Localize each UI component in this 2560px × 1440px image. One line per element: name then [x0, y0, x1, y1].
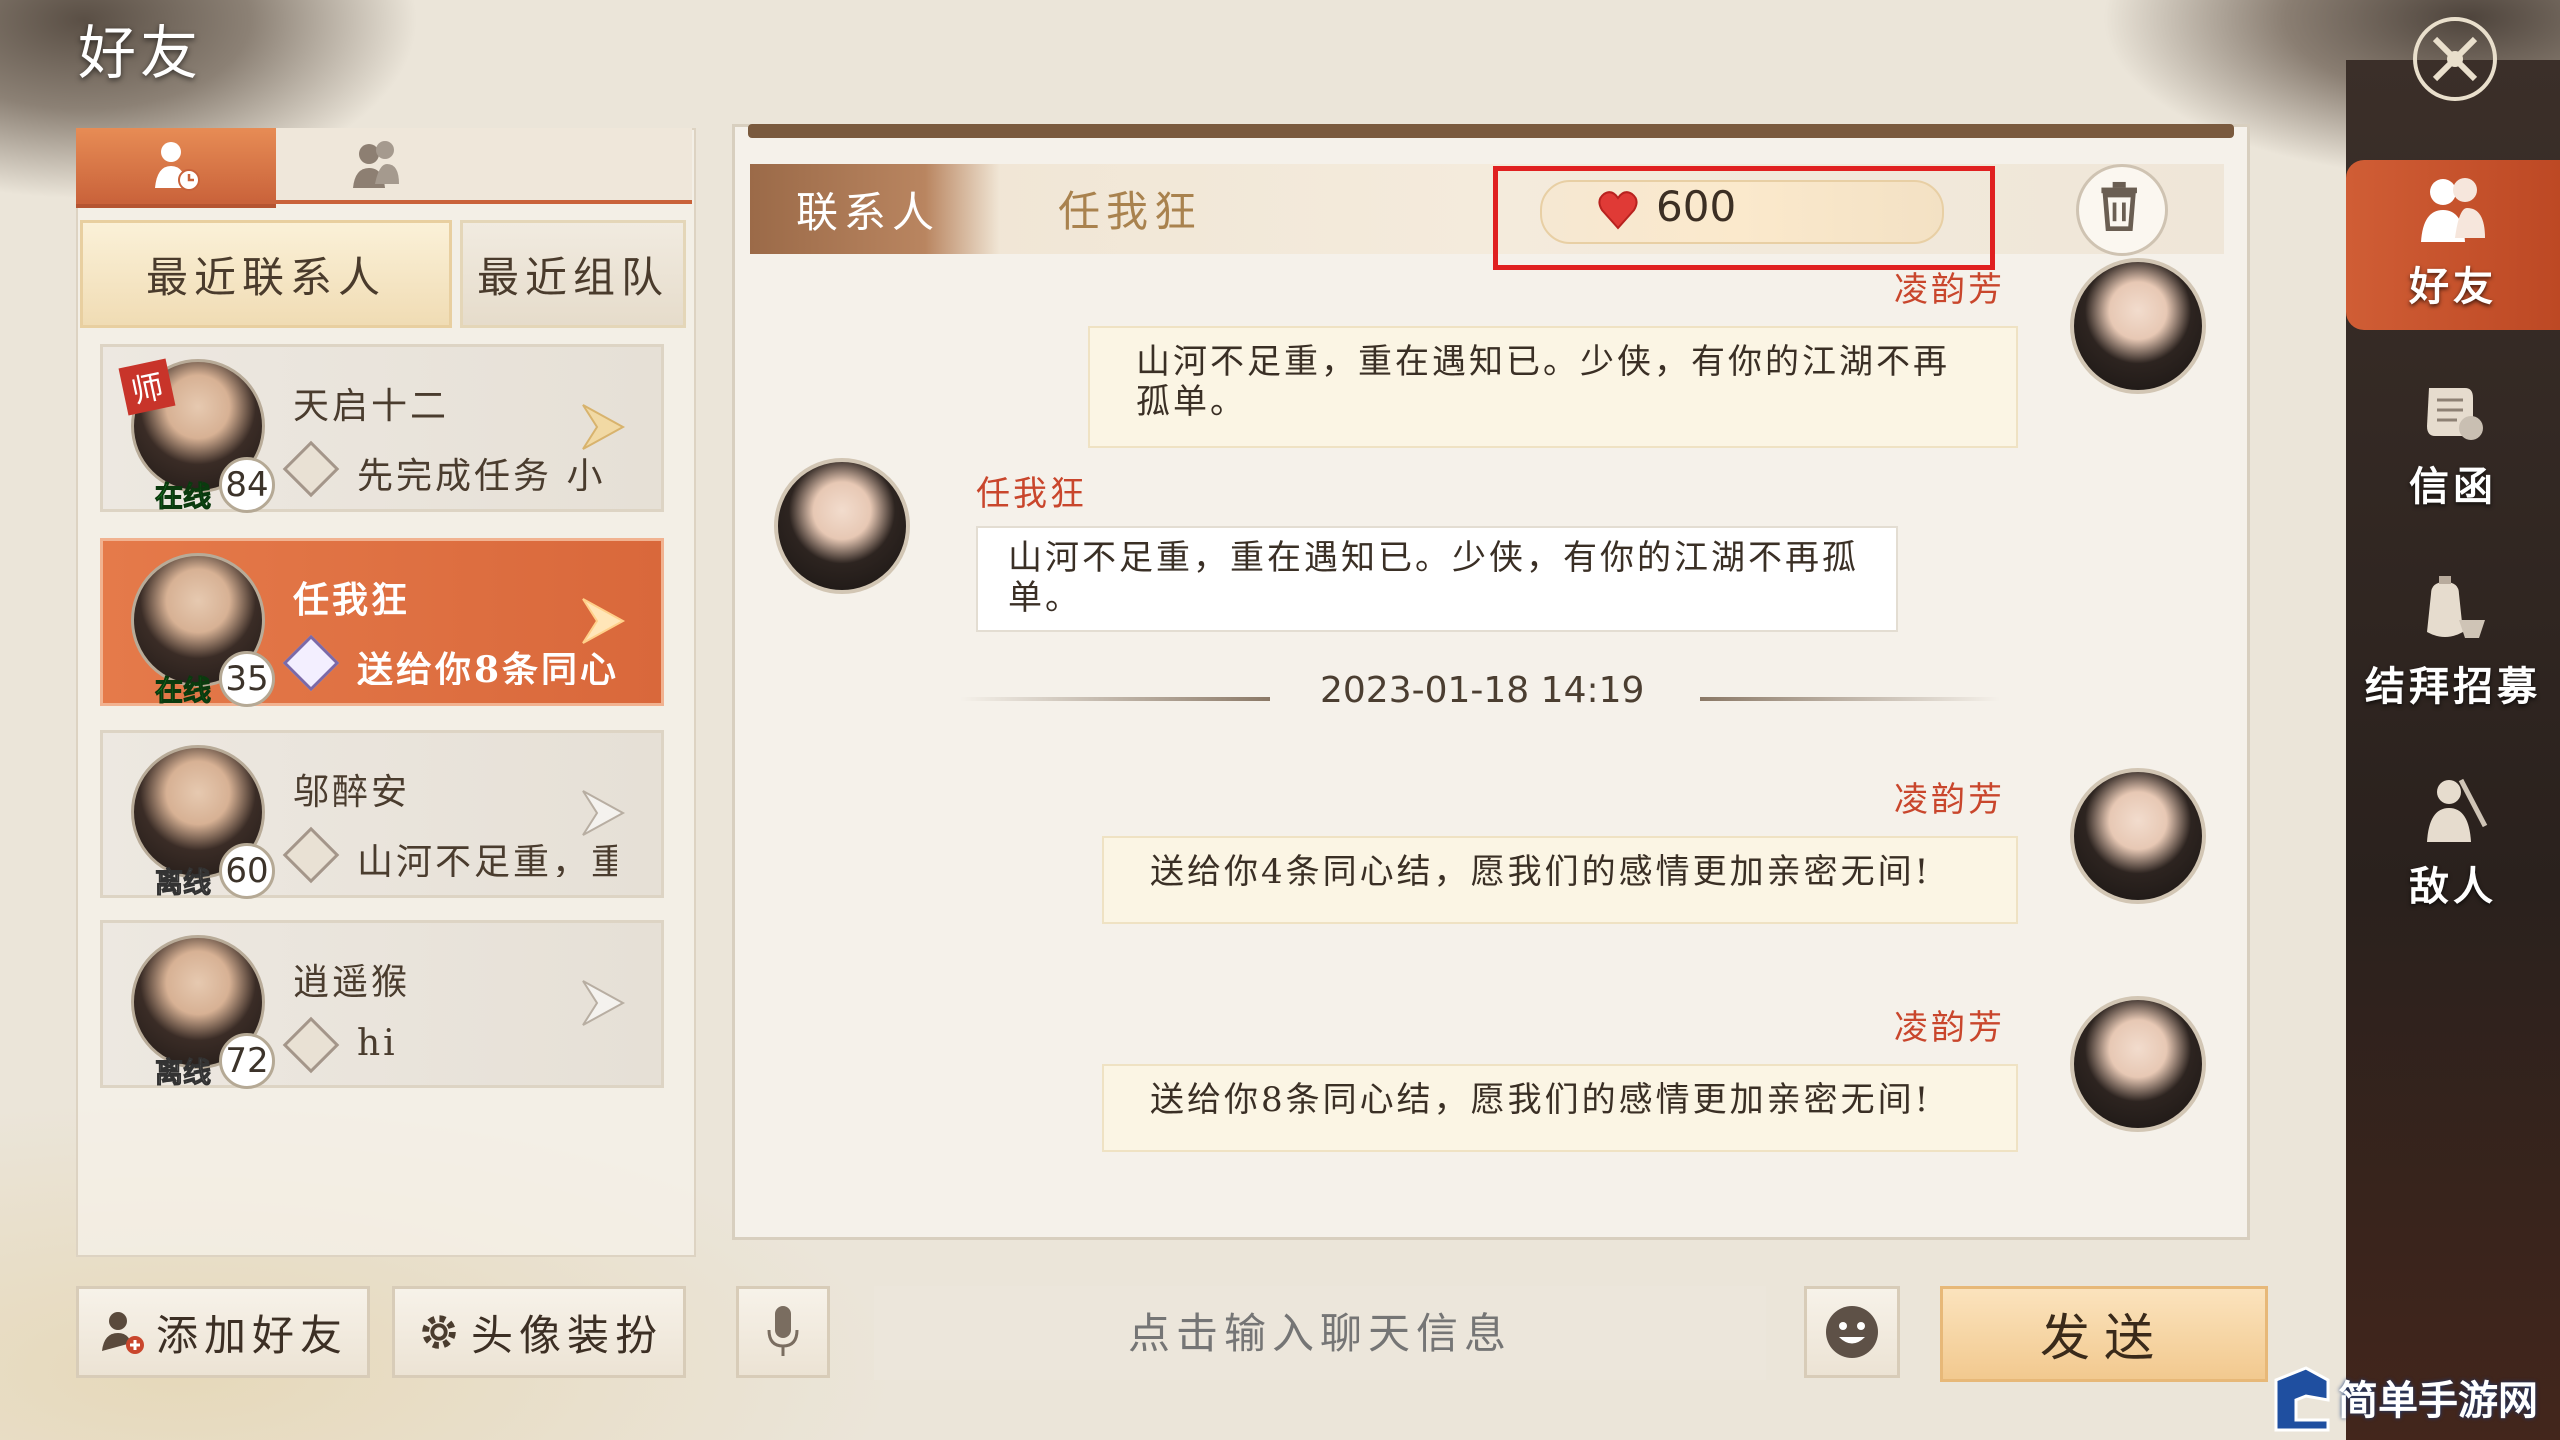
subtab-recent-contacts[interactable]: 最近联系人 [80, 220, 452, 328]
level-badge: 84 [219, 457, 275, 513]
chevron-right-icon [582, 598, 626, 644]
highlight-box [1493, 166, 1995, 270]
message-type-icon [282, 1016, 340, 1074]
gift-knot-icon [282, 634, 340, 692]
add-friend-button[interactable]: 添加好友 [76, 1286, 370, 1378]
chevron-right-icon [582, 404, 626, 450]
contact-name: 邬醉安 [293, 772, 411, 813]
master-badge: 师 [118, 358, 176, 416]
letters-icon [2427, 388, 2483, 440]
nav-label: 好友 [2409, 263, 2497, 310]
message-type-icon [282, 826, 340, 884]
contact-item[interactable]: 师 84 在线 天启十二 先完成任务 小 [100, 344, 664, 514]
message-bubble: 送给你8条同心结，愿我们的感情更加亲密无间! [1102, 1064, 2018, 1152]
nav-sworn-recruit[interactable]: 结拜招募 [2346, 560, 2560, 720]
message-bubble: 山河不足重，重在遇知已。少侠，有你的江湖不再孤单。 [1088, 326, 2018, 448]
nav-letters[interactable]: 信函 [2346, 360, 2560, 520]
level-badge: 35 [219, 651, 275, 707]
online-status: 在线 [154, 674, 212, 708]
nav-label: 结拜招募 [2365, 663, 2541, 710]
message-bubble: 送给你4条同心结，愿我们的感情更加亲密无间! [1102, 836, 2018, 924]
message-sender: 凌韵芳 [1894, 270, 2005, 310]
gear-icon [422, 1315, 456, 1349]
close-emblem-icon[interactable] [2410, 14, 2500, 104]
contact-item[interactable]: 72 离线 逍遥猴 hi [100, 920, 664, 1090]
message-sender: 凌韵芳 [1894, 1008, 2005, 1048]
divider [1700, 697, 2000, 701]
contact-name: 任我狂 [293, 579, 411, 621]
chat-input[interactable] [874, 1286, 1766, 1380]
level-badge: 72 [219, 1033, 275, 1089]
avatar[interactable] [774, 458, 910, 594]
chevron-right-icon [582, 980, 626, 1026]
tab-underline [76, 200, 692, 204]
contact-item[interactable]: 60 离线 邬醉安 山河不足重，重 [100, 730, 664, 900]
avatar[interactable] [2070, 768, 2206, 904]
avatar[interactable] [2070, 996, 2206, 1132]
message-sender: 凌韵芳 [1894, 780, 2005, 820]
add-friend-label: 添加好友 [155, 1310, 348, 1360]
message-bubble: 山河不足重，重在遇知已。少侠，有你的江湖不再孤单。 [976, 526, 1898, 632]
message-sender: 任我狂 [976, 474, 1087, 514]
add-user-icon [101, 1312, 144, 1354]
contact-name: 天启十二 [293, 386, 450, 427]
chevron-right-icon [582, 790, 626, 836]
offline-status: 离线 [154, 866, 212, 900]
subtab-recent-team[interactable]: 最近组队 [460, 220, 686, 328]
smiley-icon [1826, 1306, 1878, 1358]
sworn-recruit-icon [2427, 576, 2485, 638]
tab-groups[interactable] [276, 128, 476, 204]
enemy-icon [2427, 778, 2488, 842]
trash-icon [2101, 181, 2137, 232]
nav-enemy[interactable]: 敌人 [2346, 760, 2560, 920]
friends-icon [2421, 178, 2485, 242]
online-status: 在线 [154, 480, 212, 514]
microphone-icon [767, 1306, 799, 1356]
watermark-text: 简单手游网 [2338, 1379, 2538, 1423]
divider [960, 697, 1270, 701]
avatar-dress-label: 头像装扮 [470, 1310, 663, 1360]
avatar[interactable] [2070, 258, 2206, 394]
groups-icon [353, 141, 399, 188]
contact-label: 联系人 [750, 164, 1000, 254]
timestamp: 2023-01-18 14:19 [1320, 670, 1645, 711]
send-button[interactable]: 发送 [1940, 1286, 2268, 1382]
avatar-dress-button[interactable]: 头像装扮 [392, 1286, 686, 1378]
nav-label: 敌人 [2409, 863, 2497, 910]
emoji-button[interactable] [1804, 1286, 1900, 1378]
contact-item-selected[interactable]: 35 在线 任我狂 送给你8条同心结 [100, 538, 664, 708]
nav-friends[interactable]: 好友 [2346, 160, 2560, 330]
recent-contacts-icon [155, 142, 200, 191]
contact-name: 逍遥猴 [293, 962, 411, 1003]
chat-panel-border [748, 124, 2234, 138]
offline-status: 离线 [154, 1056, 212, 1090]
level-badge: 60 [219, 843, 275, 899]
message-type-icon [282, 440, 340, 498]
delete-button[interactable] [2076, 164, 2168, 256]
voice-button[interactable] [736, 1286, 830, 1378]
page-title: 好友 [78, 19, 203, 87]
nav-label: 信函 [2409, 463, 2497, 510]
chat-contact-name: 任我狂 [1058, 187, 1203, 236]
tab-recent-contacts[interactable] [76, 128, 276, 208]
